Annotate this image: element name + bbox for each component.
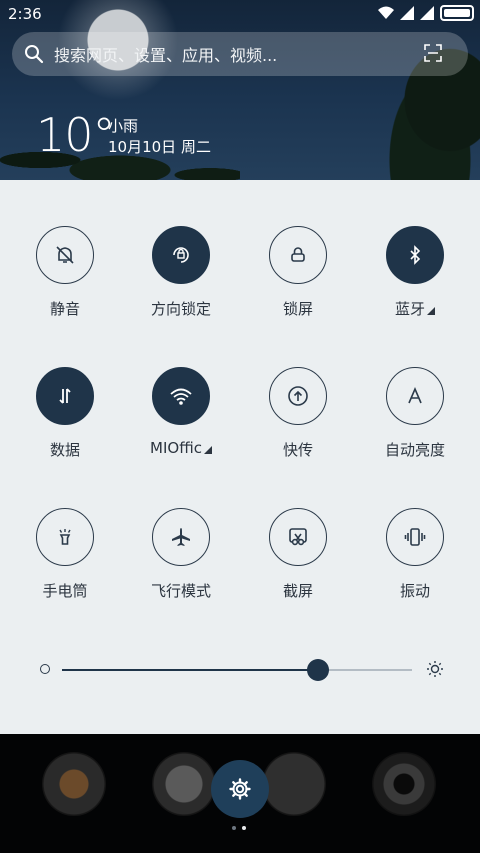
tile-wifi[interactable]: MIOffic [122,367,240,457]
tile-label: 方向锁定 [150,300,211,318]
settings-button[interactable] [211,760,269,818]
toggle-button[interactable] [36,508,94,566]
vibrate-icon [404,528,426,546]
tile-mobile-data[interactable]: 数据 [6,367,124,460]
slider-thumb[interactable] [306,659,329,681]
bell-off-icon [56,246,74,264]
more-indicator-icon [203,446,212,454]
page-dot [232,826,236,830]
search-bar[interactable]: 搜索网页、设置、应用、视频... [12,32,468,76]
folder-app-icon[interactable] [262,752,326,816]
bluetooth-icon [410,245,421,265]
search-icon [25,45,44,64]
tile-vibrate[interactable]: 振动 [356,508,474,601]
tile-label: 手电筒 [42,582,88,600]
page-dot [242,826,246,830]
toggle-button[interactable] [36,226,94,284]
tile-quick-transfer[interactable]: 快传 [239,367,357,460]
tile-label: 自动亮度 [384,441,445,459]
data-arrows-icon [59,388,71,404]
toggle-button[interactable] [269,508,327,566]
tile-auto-brightness[interactable]: 自动亮度 [356,367,474,460]
toggle-button[interactable] [386,367,444,425]
app-icon[interactable] [42,752,106,816]
cell-signal-icon [420,6,434,20]
brightness-high-icon [427,661,443,677]
airplane-icon [172,528,190,546]
toggle-button[interactable] [36,367,94,425]
upload-icon [288,386,308,406]
tile-label: 快传 [282,441,313,459]
tile-label: 截屏 [282,582,313,600]
wifi-signal-icon [378,6,394,19]
cell-signal-icon [400,6,414,20]
tile-airplane-mode[interactable]: 飞行模式 [122,508,240,601]
tile-mute[interactable]: 静音 [6,226,124,319]
lock-icon [291,247,305,262]
wifi-icon [170,388,192,405]
toggle-button[interactable] [269,367,327,425]
weather-temperature: 10° [36,108,116,162]
toggle-button[interactable] [152,226,210,284]
toggle-button[interactable] [152,367,210,425]
weather-date: 10月10日 周二 [108,138,211,156]
status-bar: 2:36 [0,0,480,28]
auto-brightness-icon [408,386,422,404]
scan-icon[interactable] [424,44,442,62]
brightness-slider[interactable] [40,656,444,684]
tile-label: 飞行模式 [150,582,211,600]
search-input[interactable]: 搜索网页、设置、应用、视频... [54,42,277,66]
toggle-button[interactable] [386,226,444,284]
toggle-button[interactable] [152,508,210,566]
more-indicator-icon [427,307,435,315]
status-time: 2:36 [8,5,42,23]
page-indicator [232,826,246,830]
slider-fill [62,669,318,671]
camera-app-icon[interactable] [372,752,436,816]
tile-screenshot[interactable]: 截屏 [239,508,357,601]
gear-icon [229,778,251,800]
brightness-low-icon [40,664,50,674]
yin-yang-app-icon[interactable] [152,752,216,816]
tile-label: 振动 [399,582,430,600]
flashlight-icon [59,529,71,545]
scissors-icon [289,528,307,546]
tile-label: MIOffic [122,439,240,457]
weather-condition: 小雨 [108,117,139,135]
tile-label: 锁屏 [282,300,313,318]
weather-widget[interactable]: 10° [36,108,116,162]
tile-flashlight[interactable]: 手电筒 [6,508,124,601]
tile-rotation-lock[interactable]: 方向锁定 [122,226,240,319]
tile-label: 静音 [49,300,80,318]
weather-info: 小雨 10月10日 周二 [108,116,211,158]
slider-track[interactable] [62,659,412,681]
battery-icon [440,5,474,21]
toggle-button[interactable] [386,508,444,566]
rotation-lock-icon [173,247,189,263]
status-icons [378,5,474,21]
tile-label: 数据 [49,441,80,459]
toggle-button[interactable] [269,226,327,284]
tile-lock-screen[interactable]: 锁屏 [239,226,357,319]
tile-label: 蓝牙 [356,298,474,319]
tile-bluetooth[interactable]: 蓝牙 [356,226,474,319]
